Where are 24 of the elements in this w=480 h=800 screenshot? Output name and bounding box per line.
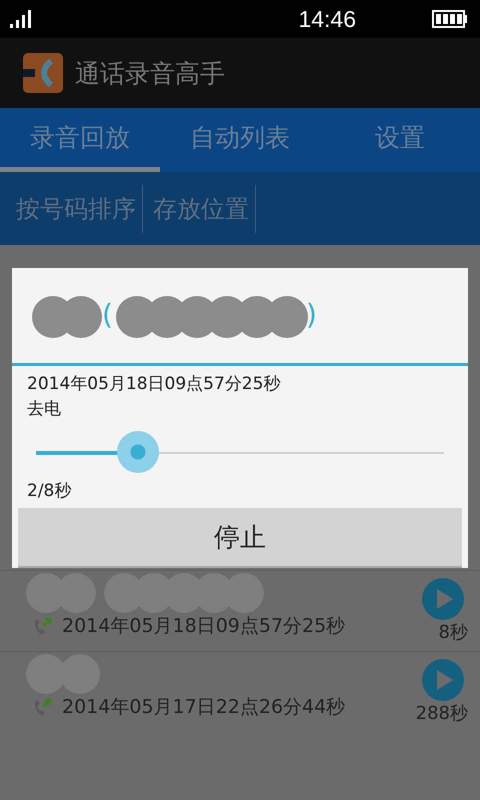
outgoing-call-icon [32,696,54,718]
toolbar-button[interactable]: 按号码排序 [6,184,143,232]
recording-duration: 8秒 [438,621,468,644]
recording-duration: 288秒 [416,702,468,725]
play-button-icon[interactable] [422,578,464,620]
tab[interactable]: 自动列表 [160,108,320,172]
signal-icon [10,10,32,28]
play-button-icon[interactable] [422,659,464,701]
toolbar-button[interactable]: 存放位置 [143,184,256,232]
recording-date: 2014年05月17日22点26分44秒 [62,695,346,720]
app-title: 通话录音高手 [75,58,225,90]
app-logo-icon [23,53,63,93]
slider-thumb[interactable] [117,431,159,474]
elapsed-time: 2/8秒 [27,480,72,504]
recording-date: 2014年05月18日09点57分25秒 [27,373,282,396]
call-direction: 去电 [27,398,62,422]
stop-button[interactable]: 停止 [18,508,462,568]
battery-icon [432,10,468,28]
title-paren: ) [306,298,317,331]
outgoing-call-icon [32,615,54,637]
recording-date: 2014年05月18日09点57分25秒 [62,614,346,639]
tab[interactable]: 设置 [320,108,480,172]
clock-time: 14:46 [298,6,356,32]
title-paren: ( [102,298,113,331]
